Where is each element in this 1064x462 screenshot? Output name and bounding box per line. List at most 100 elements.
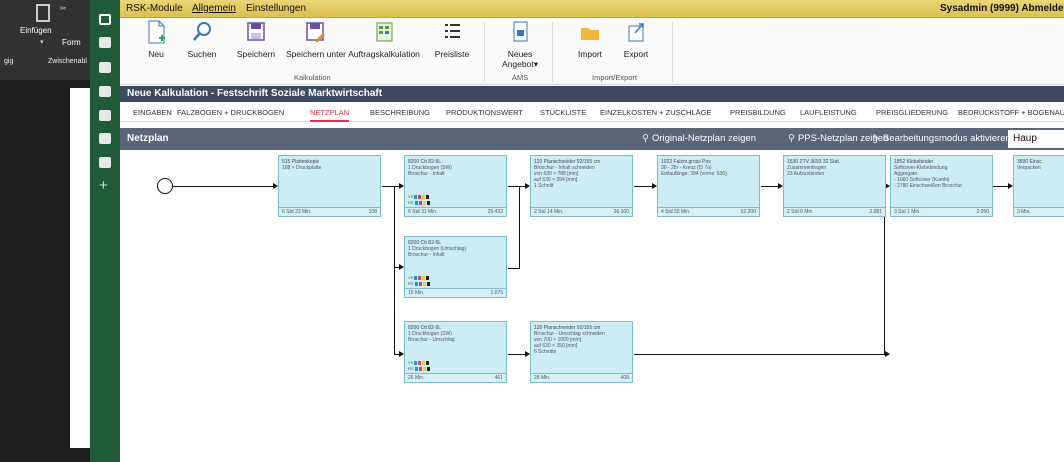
menu-einstellungen[interactable]: Einstellungen [246, 3, 306, 14]
group-label-ams: AMS [512, 73, 529, 82]
connector-line [394, 186, 395, 355]
node-quantity: 1.075 [490, 290, 503, 296]
preisliste-button[interactable]: Preisliste [432, 20, 472, 64]
tab-beschreibung[interactable]: BESCHREIBUNG [370, 108, 430, 117]
original-netzplan-button[interactable]: ⚲ Original-Netzplan zeigen [642, 133, 756, 144]
node-detail: Broschur - Inhalt [408, 171, 445, 177]
tab-preisbildung[interactable]: PREISBILDUNG [730, 108, 786, 117]
color-swatch [426, 194, 430, 199]
color-swatch [418, 275, 422, 280]
background-app-panel: ✂ Einfügen ▾ Form gig Zwischenabl [0, 0, 90, 462]
import-button[interactable]: Import [570, 20, 610, 64]
new-offer-button[interactable]: Neues Angebot▾ [500, 20, 540, 69]
process-node[interactable]: 1022 Falzm.gross Pos 30 - 28r - Kreuz (f3… [657, 155, 760, 217]
netzplan-canvas: 515 Plattenkopie 108 × Druckplatte 6 Std 2… [120, 150, 1064, 462]
color-swatch [426, 281, 430, 286]
process-node[interactable]: 120 Planschneider 92/155 cm Broschur - In… [530, 155, 633, 217]
process-node[interactable]: 1852 Klebebinder Softcover-Klebebindung Ag… [890, 155, 993, 217]
process-node[interactable]: 8200 Ctt 82-5L 1 Druckbogen (SW) Broschur … [404, 321, 507, 383]
original-netzplan-label: Original-Netzplan zeigen [651, 133, 756, 144]
format-label[interactable]: Form [62, 38, 81, 47]
save-icon [247, 22, 265, 41]
side-label: VS [408, 275, 414, 280]
tab-netzplan[interactable]: NETZPLAN [310, 108, 350, 122]
color-swatch [422, 360, 426, 365]
arrow-head [885, 351, 890, 357]
search-button[interactable]: Suchen [184, 20, 220, 64]
new-button[interactable]: Neu [138, 20, 174, 64]
save-as-button[interactable]: Speichern unter [286, 20, 346, 64]
process-node[interactable]: 8200 Ctt 82-5L 1 Druckbogen (SW) Broschur … [404, 155, 507, 217]
paste-icon[interactable] [36, 4, 50, 22]
menu-allgemein[interactable]: Allgemein [192, 3, 236, 14]
cut-icon[interactable]: ✂ [60, 4, 67, 13]
module-button-6[interactable] [99, 133, 111, 144]
chevron-down-icon[interactable]: ▾ [40, 38, 44, 46]
side-label: VS [408, 194, 414, 199]
node-detail: - 2780 Einschweißen Broschur [894, 183, 963, 189]
tab-produktionswert[interactable]: PRODUKTIONSWERT [446, 108, 523, 117]
module-button-4[interactable] [99, 86, 111, 97]
menu-rsk-module[interactable]: RSK-Module [126, 3, 183, 14]
module-button-2[interactable] [99, 37, 111, 48]
list-icon [445, 24, 460, 38]
color-swatch-row: VS [408, 194, 430, 199]
node-duration: 28 Min. [534, 375, 551, 381]
module-button-3[interactable] [99, 62, 111, 73]
paste-label[interactable]: Einfügen [20, 26, 52, 35]
tab-einzelkosten-zuschlaege[interactable]: EINZELKOSTEN + ZUSCHLÄGE [600, 108, 712, 117]
tab-falzbogen-druckbogen[interactable]: FALZBOGEN + DRUCKBOGEN [177, 108, 284, 117]
netzplan-toolbar: Netzplan ⚲ Original-Netzplan zeigen ⚲ PPS-… [120, 128, 1064, 150]
node-quantity: 408 [620, 375, 629, 381]
module-button-1[interactable] [99, 14, 111, 25]
node-footer: 3 Std 1 Min. 2.050 [891, 207, 992, 216]
rsk-app-window: RSK-Module Allgemein Einstellungen Sysad… [120, 0, 1064, 462]
module-button-7[interactable] [99, 157, 111, 168]
network-icon: ⚲ [788, 133, 795, 144]
node-duration: 3 Std 1 Min. [894, 209, 921, 215]
process-node[interactable]: 120 Planschneider 92/155 cm Broschur - Um… [530, 321, 633, 383]
node-detail: Verpacken [1017, 165, 1041, 171]
color-swatch [418, 194, 422, 199]
color-swatch [422, 281, 426, 286]
save-button[interactable]: Speichern [230, 20, 282, 64]
tab-bedruckstoff-bogenauf[interactable]: BEDRUCKSTOFF + BOGENAUF [958, 108, 1064, 117]
edit-mode-button[interactable]: ✎ Bearbeitungsmodus aktivieren [872, 133, 1011, 144]
netzplan-title: Netzplan [127, 133, 169, 144]
user-logout-link[interactable]: Sysadmin (9999) Abmelde [940, 3, 1064, 14]
color-swatch [426, 366, 430, 371]
node-footer: 2 Std 8 Min. 2.081 [784, 207, 885, 216]
auftragskalkulation-label: Auftragskalkulation [348, 49, 420, 59]
export-button[interactable]: Export [616, 20, 656, 64]
auftragskalkulation-button[interactable]: Auftragskalkulation [346, 20, 422, 64]
tab-laufleistung[interactable]: LAUFLEISTUNG [800, 108, 857, 117]
ribbon-separator [552, 22, 553, 82]
node-detail: Einlaufänge: 394 (vorne: 630) [661, 171, 727, 177]
process-node[interactable]: 8200 Ctt 82-5L 1 Druckbogen (Umschlag) Bro… [404, 236, 507, 298]
node-quantity: 461 [494, 375, 503, 381]
node-duration: 4 Std 55 Min. [661, 209, 691, 215]
node-detail: 23 Aufzuständen [787, 171, 825, 177]
add-icon[interactable]: + [99, 178, 108, 193]
side-label: RS [408, 281, 414, 286]
color-swatch [414, 360, 418, 365]
clipboard-label: Zwischenabl [48, 58, 87, 65]
new-label: Neu [148, 49, 164, 59]
process-node[interactable]: 1530 ZTV 3693 32 Stat. Zusammentragen 23 A… [783, 155, 886, 217]
connector-line [173, 186, 276, 187]
connector-line [519, 186, 520, 269]
color-swatch [426, 200, 430, 205]
node-duration: 15 Min. [408, 290, 425, 296]
offer-icon [513, 21, 528, 42]
tab-eingaben[interactable]: EINGABEN [133, 108, 172, 117]
tab-stueckliste[interactable]: STÜCKLISTE [540, 108, 586, 117]
haupt-button[interactable]: Haup [1008, 130, 1064, 148]
process-node[interactable]: 515 Plattenkopie 108 × Druckplatte 6 Std 2… [278, 155, 381, 217]
network-icon: ⚲ [642, 133, 649, 144]
tab-preisgliederung[interactable]: PREISGLIEDERUNG [876, 108, 948, 117]
save-label: Speichern [236, 49, 276, 59]
start-node [157, 178, 173, 194]
process-node[interactable]: 3890 Einsc Verpacken 3 Min. [1013, 155, 1064, 217]
color-swatch [418, 281, 422, 286]
module-button-5[interactable] [99, 110, 111, 121]
